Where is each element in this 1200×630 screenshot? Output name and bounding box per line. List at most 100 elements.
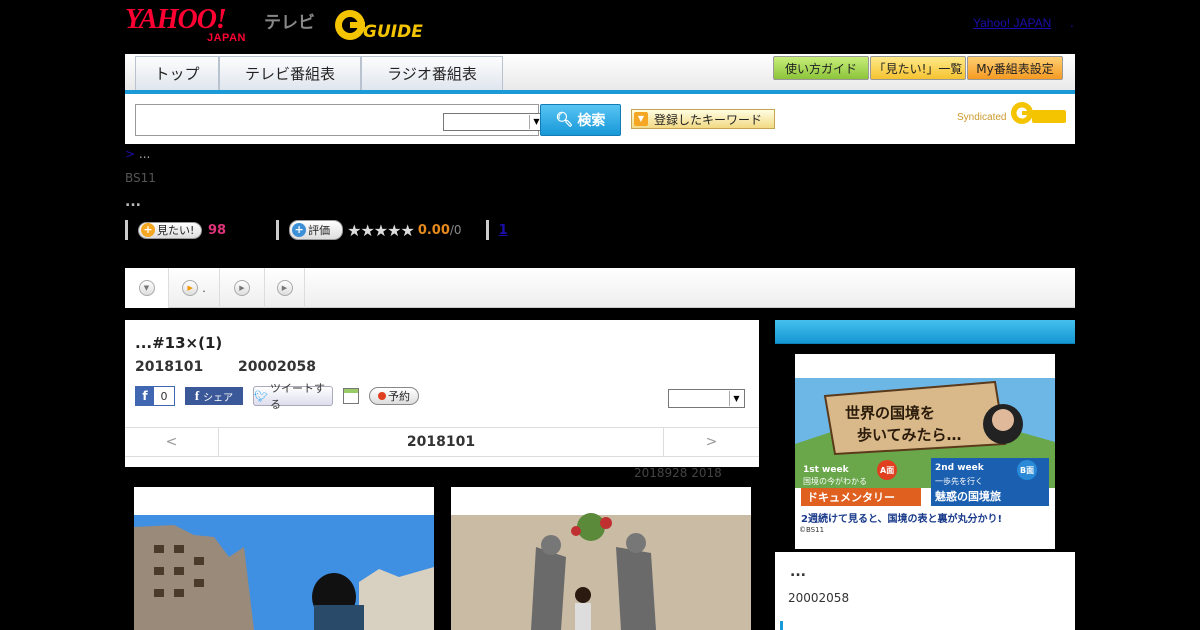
program-time: 20002058 xyxy=(238,359,316,375)
rate-label: 評価 xyxy=(308,224,331,237)
my-listings-settings-button[interactable]: My番組表設定 xyxy=(967,56,1063,80)
want-to-watch-label: 見たい! xyxy=(157,224,195,237)
program-detail-panel: ...#13×(1) 2018101 20002058 f 0 f シェア 🐦︎… xyxy=(125,320,759,467)
gguide-logo-icon: GUIDE xyxy=(335,10,423,42)
plus-icon: + xyxy=(141,223,155,237)
svg-text:歩いてみたら…: 歩いてみたら… xyxy=(857,426,962,444)
svg-text:国境の今がわかる: 国境の今がわかる xyxy=(803,476,867,486)
nav-tab-tv-listings[interactable]: テレビ番組表 xyxy=(219,56,361,90)
breadcrumb-link[interactable]: > xyxy=(125,147,135,161)
chevron-down-icon: ▼ xyxy=(138,280,155,296)
subtab-2[interactable]: ▶ . xyxy=(169,268,220,308)
stat-divider xyxy=(485,220,489,240)
program-subtabs: ▼ ▶ . ▶ ▶ xyxy=(125,268,1075,308)
play-icon: ▶ xyxy=(234,280,250,296)
program-photo-2[interactable] xyxy=(451,487,751,630)
tweet-label: ツイートする xyxy=(269,382,325,411)
svg-text:A面: A面 xyxy=(880,466,894,475)
svg-text:©BS11: ©BS11 xyxy=(799,526,824,534)
header-trailing-dot: . xyxy=(1070,16,1074,30)
reserve-label: 予約 xyxy=(388,390,410,403)
calendar-add-icon[interactable] xyxy=(343,388,359,404)
record-dot-icon xyxy=(378,392,386,400)
side-panel: 世界の国境を 歩いてみたら… 1st week 国境の今がわかる A面 ドキュメ… xyxy=(775,320,1075,630)
banner-graphic: 世界の国境を 歩いてみたら… 1st week 国境の今がわかる A面 ドキュメ… xyxy=(795,354,1055,549)
side-program-title: ... xyxy=(790,564,806,580)
triangle-down-icon: ▼ xyxy=(634,112,648,126)
facebook-share-button[interactable]: f シェア xyxy=(185,387,243,405)
yahoo-japan-logo[interactable]: YAHOO! JAPAN xyxy=(125,6,260,45)
rate-button[interactable]: + 評価 xyxy=(289,220,344,240)
photo-statue-wall xyxy=(451,487,751,630)
breadcrumb-text: ... xyxy=(135,147,151,161)
search-button[interactable]: 🔍︎ 検索 xyxy=(540,104,621,136)
reserve-button[interactable]: 予約 xyxy=(369,387,419,405)
side-program-time: 20002058 xyxy=(788,591,850,605)
search-button-label: 検索 xyxy=(577,113,606,129)
subtab-overview[interactable]: ▼ xyxy=(125,268,169,308)
usage-guide-button[interactable]: 使い方ガイド xyxy=(773,56,869,80)
svg-text:世界の国境を: 世界の国境を xyxy=(845,404,935,422)
program-banner-ad[interactable]: 世界の国境を 歩いてみたら… 1st week 国境の今がわかる A面 ドキュメ… xyxy=(795,354,1055,549)
nav-buttons: 使い方ガイド 「見たい!」一覧 My番組表設定 xyxy=(773,56,1063,80)
svg-text:魅惑の国境旅: 魅惑の国境旅 xyxy=(935,489,1001,503)
search-genre-select[interactable]: ▼ xyxy=(443,113,545,131)
tv-logo-text[interactable]: テレビ xyxy=(264,8,315,33)
svg-text:2週続けて見ると、国境の表と裏が丸分かり!: 2週続けて見ると、国境の表と裏が丸分かり! xyxy=(801,512,1002,525)
program-option-select[interactable]: ▼ xyxy=(668,389,745,408)
syndicated-gguide-logo-icon xyxy=(1011,102,1066,124)
facebook-like-button[interactable]: f 0 xyxy=(135,386,175,406)
side-accent-bar xyxy=(780,621,783,630)
registered-keywords-button[interactable]: ▼ 登録したキーワード xyxy=(631,109,775,129)
play-icon: ▶ xyxy=(182,280,199,296)
program-title: ...#13×(1) xyxy=(135,334,223,352)
plus-icon: + xyxy=(292,223,307,237)
facebook-icon: f xyxy=(194,388,200,403)
broadcast-note: 2018928 2018 xyxy=(634,466,722,480)
want-to-watch-list-button[interactable]: 「見たい!」一覧 xyxy=(870,56,966,80)
play-icon: ▶ xyxy=(276,280,293,296)
main-nav: トップ テレビ番組表 ラジオ番組表 使い方ガイド 「見たい!」一覧 My番組表設… xyxy=(125,54,1075,94)
gguide-logo[interactable]: GUIDE xyxy=(333,8,433,42)
breadcrumb: > ... xyxy=(125,147,150,161)
social-buttons: f 0 f シェア 🐦︎ ツイートする 予約 xyxy=(135,382,419,411)
search-input[interactable]: ▼ xyxy=(135,104,545,136)
yahoo-japan-link[interactable]: Yahoo! JAPAN xyxy=(973,16,1051,30)
svg-text:1st week: 1st week xyxy=(803,465,850,475)
want-to-watch-count: 98 xyxy=(208,222,227,238)
side-ad-frame: 世界の国境を 歩いてみたら… 1st week 国境の今がわかる A面 ドキュメ… xyxy=(775,344,1075,552)
want-to-watch-button[interactable]: + 見たい! xyxy=(138,221,202,239)
twitter-bird-icon: 🐦︎ xyxy=(254,389,268,403)
photo-ruined-building xyxy=(134,487,434,630)
program-date: 2018101 xyxy=(135,359,204,375)
pager-prev-button[interactable]: < xyxy=(125,428,219,456)
rating-count: /0 xyxy=(449,223,462,237)
registered-keywords-label: 登録したキーワード xyxy=(654,112,763,127)
facebook-like-count: 0 xyxy=(160,389,168,403)
side-panel-header xyxy=(775,320,1075,344)
subtab-label: . xyxy=(202,281,206,295)
tweet-button[interactable]: 🐦︎ ツイートする xyxy=(253,382,333,411)
program-title-placeholder: ... xyxy=(125,194,141,210)
review-count-link[interactable]: 1 xyxy=(499,223,508,238)
svg-text:2nd week: 2nd week xyxy=(935,463,985,473)
program-photo-1[interactable] xyxy=(134,487,434,630)
pager-next-button[interactable]: > xyxy=(663,428,759,456)
search-bar: ▼ 🔍︎ 検索 ▼ 登録したキーワード Syndicated xyxy=(125,94,1075,144)
facebook-share-label: シェア xyxy=(203,392,234,404)
pager-current-date: 2018101 xyxy=(406,434,476,450)
svg-text:ドキュメンタリー: ドキュメンタリー xyxy=(807,491,895,504)
stat-divider xyxy=(125,220,128,240)
nav-tab-top[interactable]: トップ xyxy=(135,56,219,90)
nav-tab-radio-listings[interactable]: ラジオ番組表 xyxy=(361,56,503,90)
program-stats: + 見たい! 98 + 評価 ★★★★★ 0.00 /0 1 xyxy=(125,220,508,240)
subtab-4[interactable]: ▶ xyxy=(265,268,305,308)
stat-divider xyxy=(276,220,280,240)
svg-text:一歩先を行く: 一歩先を行く xyxy=(935,476,983,486)
episode-pager: < 2018101 > xyxy=(125,427,759,457)
search-icon: 🔍︎ xyxy=(555,112,574,128)
rating-score: 0.00 xyxy=(417,222,450,238)
chevron-down-icon: ▼ xyxy=(729,391,743,406)
nav-tabs: トップ テレビ番組表 ラジオ番組表 xyxy=(135,56,503,90)
subtab-3[interactable]: ▶ xyxy=(220,268,265,308)
